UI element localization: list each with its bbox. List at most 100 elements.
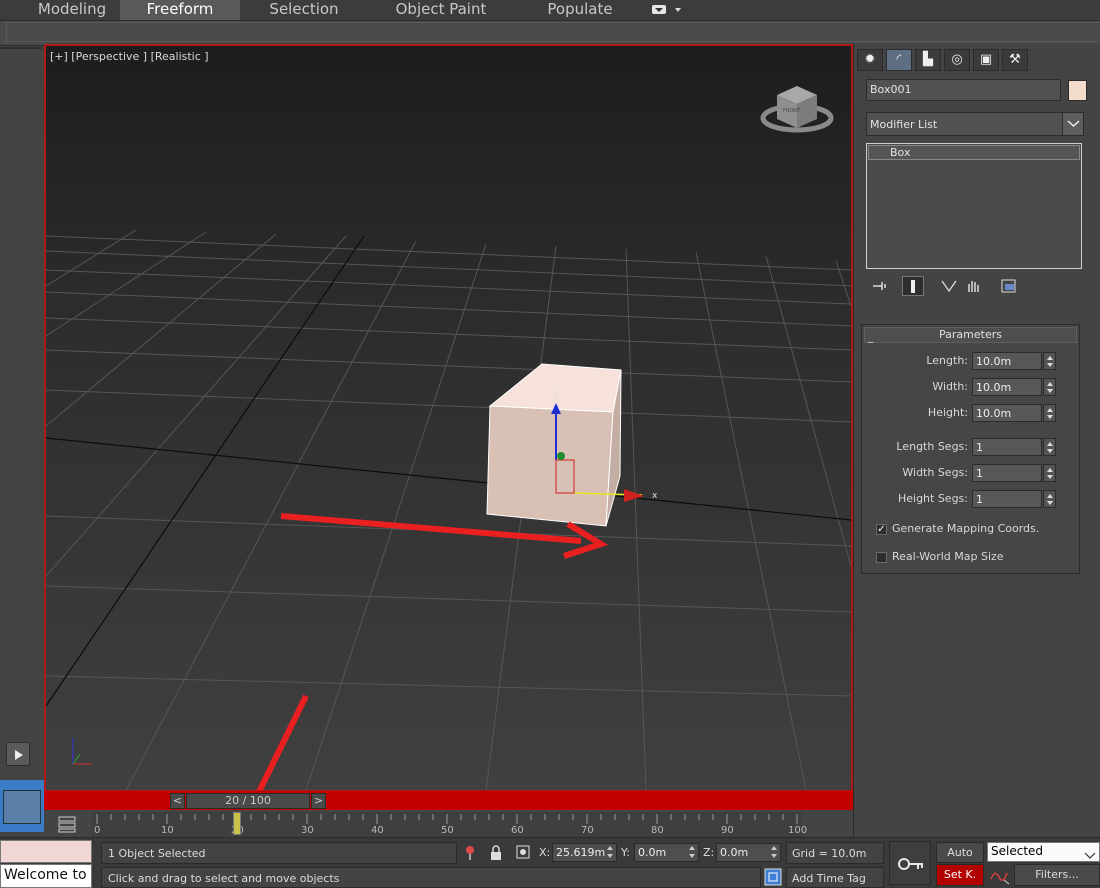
tab-modeling[interactable]: Modeling xyxy=(20,0,124,20)
chevron-down-icon xyxy=(1067,120,1080,128)
maxscript-mini-listener[interactable]: Welcome to I xyxy=(0,864,92,888)
tab-utilities[interactable]: ⚒ xyxy=(1002,49,1028,71)
remove-modifier-button[interactable] xyxy=(962,276,984,296)
modifier-stack[interactable] xyxy=(866,143,1082,269)
track-tick-label: 80 xyxy=(651,825,664,836)
maxscript-listener-output[interactable] xyxy=(0,840,92,863)
width-spinner[interactable] xyxy=(1043,378,1056,396)
y-coord-spinner[interactable] xyxy=(687,843,699,862)
configure-icon xyxy=(1001,279,1016,293)
track-tick-label: 10 xyxy=(161,825,174,836)
length-spinner[interactable] xyxy=(1043,352,1056,370)
viewcube-face-label: FRONT xyxy=(783,108,801,114)
auto-key-button[interactable]: Auto xyxy=(936,842,984,863)
display-icon: ▣ xyxy=(979,52,993,67)
home-grid xyxy=(46,229,851,790)
tab-hierarchy[interactable]: ▙ xyxy=(915,49,941,71)
left-toolbar-divider xyxy=(0,47,42,49)
set-key-mode-button[interactable]: Set K. xyxy=(936,864,984,886)
tab-create[interactable]: ✹ xyxy=(857,49,883,71)
lock-icon xyxy=(491,845,501,860)
length-segs-spinner[interactable] xyxy=(1043,438,1056,456)
transform-mode-icon xyxy=(516,845,530,859)
width-segs-field[interactable]: 1 xyxy=(972,464,1042,482)
track-tick-label: 50 xyxy=(441,825,454,836)
ribbon-options-button[interactable] xyxy=(650,2,684,16)
time-slider-thumb[interactable]: 20 / 100 xyxy=(186,793,310,809)
chevron-down-icon[interactable] xyxy=(1084,846,1096,865)
rollout-collapse-toggle[interactable]: _ xyxy=(868,330,874,343)
app-window: Modeling Freeform Selection Object Paint… xyxy=(0,0,1100,888)
modify-icon: ◜ xyxy=(896,52,902,67)
curve-editor-button[interactable] xyxy=(56,814,78,834)
height-field[interactable]: 10.0m xyxy=(972,404,1042,422)
set-keys-button[interactable] xyxy=(889,841,931,885)
parameters-rollout-header[interactable]: Parameters xyxy=(864,327,1077,343)
track-tick-label: 30 xyxy=(301,825,314,836)
make-unique-icon xyxy=(941,280,957,293)
viewport-scene: z x FRONT xyxy=(46,86,851,790)
motion-icon: ◎ xyxy=(951,52,963,67)
configure-modifier-sets-button[interactable] xyxy=(998,276,1020,296)
prev-frame-button[interactable]: < xyxy=(170,793,185,809)
selection-count: 1 Object Selected xyxy=(101,842,457,864)
time-tag-icon xyxy=(764,868,782,886)
ribbon-panel-frame xyxy=(6,22,1100,42)
length-segs-field[interactable]: 1 xyxy=(972,438,1042,456)
isolate-icon xyxy=(466,846,474,860)
selection-lock-button[interactable] xyxy=(489,845,503,865)
tab-object-paint[interactable]: Object Paint xyxy=(378,0,504,20)
z-coord-spinner[interactable] xyxy=(769,843,781,862)
height-segs-field[interactable]: 1 xyxy=(972,490,1042,508)
ribbon-tabs: Modeling Freeform Selection Object Paint… xyxy=(0,0,1100,20)
height-segs-spinner[interactable] xyxy=(1043,490,1056,508)
x-coord-spinner[interactable] xyxy=(605,843,617,862)
pin-icon xyxy=(873,282,886,290)
width-field[interactable]: 10.0m xyxy=(972,378,1042,396)
key-mode-toggle[interactable] xyxy=(989,865,1011,885)
tab-motion[interactable]: ◎ xyxy=(944,49,970,71)
width-label: Width: xyxy=(932,380,968,393)
viewcube[interactable]: FRONT xyxy=(760,86,834,133)
isolate-selection-button[interactable] xyxy=(463,845,477,865)
modifier-stack-item-box[interactable]: Box xyxy=(868,145,1080,160)
generate-mapping-checkbox[interactable]: ✓ xyxy=(876,524,887,535)
curve-editor-icon xyxy=(58,816,76,833)
width-segs-label: Width Segs: xyxy=(902,466,968,479)
modifier-list-dropdown[interactable]: Modifier List xyxy=(866,112,1084,136)
modifier-list-arrow[interactable] xyxy=(1062,113,1083,135)
tab-selection[interactable]: Selection xyxy=(246,0,362,20)
viewport-layout-thumbnail[interactable] xyxy=(3,790,41,824)
height-label: Height: xyxy=(927,406,968,419)
object-color-swatch[interactable] xyxy=(1068,80,1087,101)
world-x-axis-line xyxy=(46,437,851,521)
tab-freeform[interactable]: Freeform xyxy=(120,0,240,20)
y-coord-label: Y: xyxy=(621,846,630,859)
width-segs-spinner[interactable] xyxy=(1043,464,1056,482)
annotation-arrows xyxy=(256,513,609,790)
expand-panel-button[interactable] xyxy=(6,742,30,766)
add-time-tag-field[interactable]: Add Time Tag xyxy=(786,867,884,888)
key-icon xyxy=(898,858,923,870)
length-label: Length: xyxy=(926,354,968,367)
time-tag-button[interactable] xyxy=(764,868,782,888)
time-slider-track[interactable] xyxy=(44,791,853,810)
perspective-viewport[interactable]: z x FRONT [+] [Perspective ] [Realistic … xyxy=(44,44,853,792)
pin-stack-button[interactable] xyxy=(868,276,890,296)
make-unique-button[interactable] xyxy=(938,276,960,296)
tab-modify[interactable]: ◜ xyxy=(886,49,912,71)
height-spinner[interactable] xyxy=(1043,404,1056,422)
key-filters-button[interactable]: Filters... xyxy=(1014,864,1100,886)
show-end-result-button[interactable] xyxy=(902,276,924,296)
gizmo-z-label: z xyxy=(554,389,559,399)
tab-populate[interactable]: Populate xyxy=(528,0,632,20)
next-frame-button[interactable]: > xyxy=(311,793,326,809)
height-segs-label: Height Segs: xyxy=(897,492,968,505)
real-world-map-checkbox[interactable] xyxy=(876,552,887,563)
viewport-label-menu[interactable]: [+] [Perspective ] [Realistic ] xyxy=(50,50,209,63)
object-name-field[interactable]: Box001 xyxy=(866,79,1061,101)
absolute-mode-button[interactable] xyxy=(515,844,531,864)
length-field[interactable]: 10.0m xyxy=(972,352,1042,370)
current-frame-marker xyxy=(233,812,241,835)
tab-display[interactable]: ▣ xyxy=(973,49,999,71)
